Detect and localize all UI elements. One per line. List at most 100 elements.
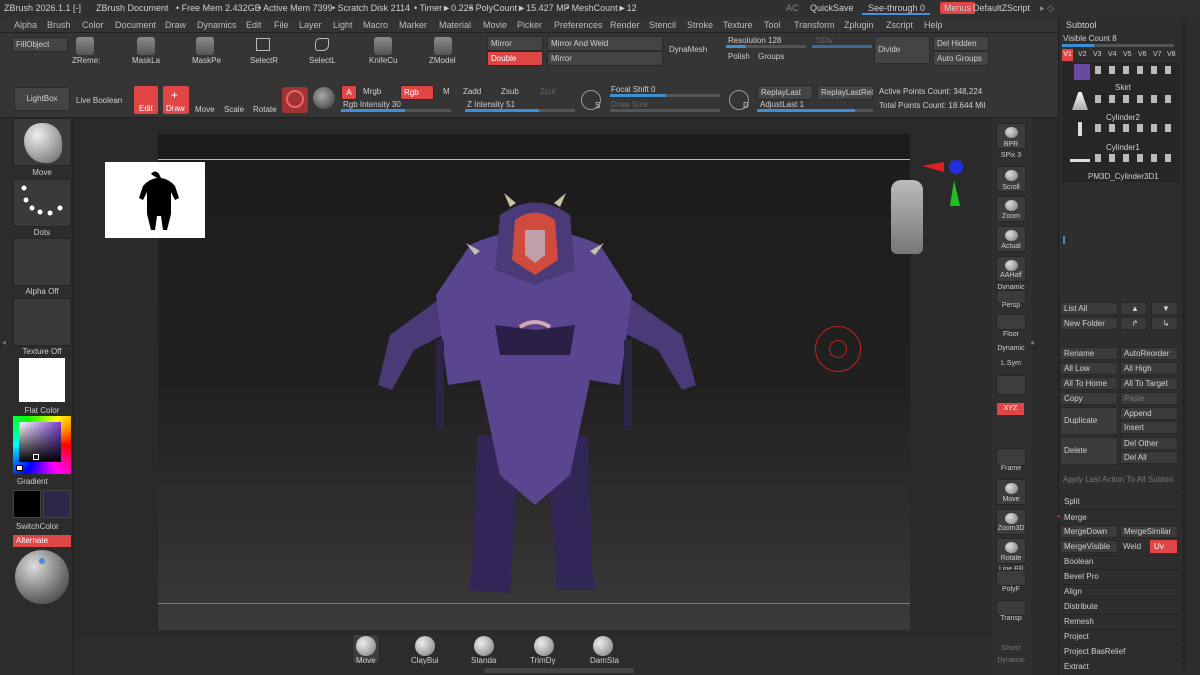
draw-button[interactable]: + Draw [163, 86, 189, 114]
secondary-color-swatch[interactable] [43, 490, 71, 518]
cylinder2-toggles-icon[interactable] [1095, 124, 1175, 132]
menu-stencil[interactable]: Stencil [649, 20, 676, 30]
version-v1[interactable]: V1 [1062, 49, 1073, 61]
sdiv-track[interactable] [812, 45, 872, 48]
standard-brush-icon[interactable] [474, 636, 494, 656]
mirror-button[interactable]: Mirror [487, 36, 543, 51]
material-sphere-preview[interactable] [15, 550, 69, 604]
apply-last-action-button[interactable]: Apply Last Action To All Subtoo [1063, 475, 1173, 484]
visible-count-slider[interactable]: Visible Count 8 [1063, 34, 1117, 43]
menu-draw[interactable]: Draw [165, 20, 186, 30]
left-collapse-icon[interactable]: ◂ [2, 338, 10, 354]
version-v8[interactable]: V8 [1167, 51, 1176, 58]
floor-button[interactable] [996, 314, 1026, 330]
menu-light[interactable]: Light [333, 20, 353, 30]
stroke-thumbnail[interactable] [13, 179, 71, 227]
menu-edit[interactable]: Edit [246, 20, 262, 30]
project-basrelief-section[interactable]: Project BasRelief [1064, 647, 1125, 656]
copy-button[interactable]: Copy [1060, 392, 1118, 405]
all-to-target-button[interactable]: All To Target [1120, 377, 1178, 390]
window-controls[interactable]: ▸ ◇ [1040, 3, 1054, 14]
zsub-toggle[interactable]: Zsub [501, 87, 519, 96]
dynamesh-button[interactable]: DynaMesh [669, 45, 707, 54]
version-v3[interactable]: V3 [1093, 51, 1102, 58]
replay-last-button[interactable]: ReplayLast [757, 85, 813, 100]
double-button[interactable]: Double [487, 51, 543, 66]
trimdynamic-brush-icon[interactable] [534, 636, 554, 656]
live-boolean-toggle[interactable]: Live Boolean [76, 96, 122, 105]
uv-toggle[interactable]: Uv [1150, 540, 1177, 553]
lightbox-button[interactable]: LightBox [14, 87, 70, 111]
zremesher-icon[interactable] [76, 37, 94, 55]
sdiv-slider[interactable]: SDiv [816, 36, 833, 45]
rgb-intensity-slider[interactable]: Rgb Intensity 30 [343, 100, 401, 109]
s-circle-icon[interactable]: S [581, 90, 601, 110]
menu-movie[interactable]: Movie [483, 20, 507, 30]
cylinder1-toggles-icon[interactable] [1095, 154, 1175, 162]
focal-shift-slider[interactable]: Focal Shift 0 [611, 85, 655, 94]
menu-render[interactable]: Render [610, 20, 640, 30]
material-sphere-icon[interactable] [313, 87, 335, 109]
align-section[interactable]: Align [1064, 587, 1082, 596]
zadd-toggle[interactable]: Zadd [463, 87, 481, 96]
light-position-dot[interactable] [39, 558, 45, 564]
mrgb-toggle[interactable]: Mrgb [363, 87, 381, 96]
menu-picker[interactable]: Picker [517, 20, 542, 30]
resolution-track[interactable] [726, 45, 806, 48]
divide-button[interactable]: Divide [874, 36, 930, 64]
append-button[interactable]: Append [1120, 407, 1178, 420]
focal-shift-track[interactable] [610, 94, 720, 97]
selectrect-icon[interactable] [256, 38, 270, 51]
groups-toggle[interactable]: Groups [758, 52, 784, 61]
auto-reorder-button[interactable]: AutoReorder [1120, 347, 1178, 360]
menu-texture[interactable]: Texture [723, 20, 753, 30]
lock-button[interactable] [996, 375, 1026, 395]
axis-gizmo-icon[interactable] [918, 158, 968, 208]
rename-button[interactable]: Rename [1060, 347, 1118, 360]
move-up-arrow-icon[interactable]: ▲ [1120, 302, 1147, 315]
zcut-toggle[interactable]: Zcut [540, 87, 556, 96]
menu-marker[interactable]: Marker [399, 20, 427, 30]
menu-stroke[interactable]: Stroke [687, 20, 713, 30]
move-mode-label[interactable]: Move [195, 105, 215, 114]
adjust-last-slider[interactable]: AdjustLast 1 [760, 100, 804, 109]
move-brush-label[interactable]: Move [356, 656, 376, 665]
subtool-item-skirt[interactable]: Skirt [1115, 83, 1131, 92]
version-v4[interactable]: V4 [1108, 51, 1117, 58]
skirt-toggles-icon[interactable] [1095, 95, 1175, 103]
resolution-slider[interactable]: Resolution 128 [728, 36, 781, 45]
rgb-toggle[interactable]: Rgb [400, 85, 434, 100]
menus-button[interactable]: Menus [940, 2, 976, 14]
weld-toggle[interactable]: Weld [1123, 542, 1141, 551]
menu-dynamics[interactable]: Dynamics [197, 20, 237, 30]
knifecurve-icon[interactable] [374, 37, 392, 55]
insert-button[interactable]: Insert [1120, 421, 1178, 434]
masklasso-icon[interactable] [137, 37, 155, 55]
bevel-pro-section[interactable]: Bevel Pro [1064, 572, 1099, 581]
subtool-panel-scrollbar[interactable] [1182, 20, 1186, 670]
version-v2[interactable]: V2 [1078, 51, 1087, 58]
version-v6[interactable]: V6 [1138, 51, 1147, 58]
merge-section[interactable]: Merge [1064, 513, 1087, 522]
del-other-button[interactable]: Del Other [1120, 437, 1178, 450]
zmodeler-icon[interactable] [434, 37, 452, 55]
frame-button[interactable] [996, 448, 1026, 466]
menu-tool[interactable]: Tool [764, 20, 781, 30]
claybuildup-brush-icon[interactable] [415, 636, 435, 656]
draw-size-track[interactable] [610, 109, 720, 112]
auto-groups-button[interactable]: Auto Groups [933, 51, 989, 66]
brush-sphere-icon[interactable] [282, 87, 308, 113]
menu-macro[interactable]: Macro [363, 20, 388, 30]
menu-help[interactable]: Help [924, 20, 943, 30]
z-intensity-slider[interactable]: Z Intensity 51 [467, 100, 515, 109]
fillobject-button[interactable]: FillObject [12, 37, 68, 52]
rotate-mode-label[interactable]: Rotate [253, 105, 277, 114]
color-picker-square[interactable] [19, 422, 61, 462]
merge-similar-button[interactable]: MergeSimilar [1120, 525, 1178, 538]
version-v7[interactable]: V7 [1153, 51, 1162, 58]
color-swatch-mini[interactable] [16, 465, 23, 471]
standard-brush-label[interactable]: Standa [471, 656, 496, 665]
cylinder2-thumb-icon[interactable] [1078, 122, 1082, 136]
merge-visible-button[interactable]: MergeVisible [1060, 540, 1118, 553]
alpha-thumbnail[interactable] [13, 238, 71, 286]
